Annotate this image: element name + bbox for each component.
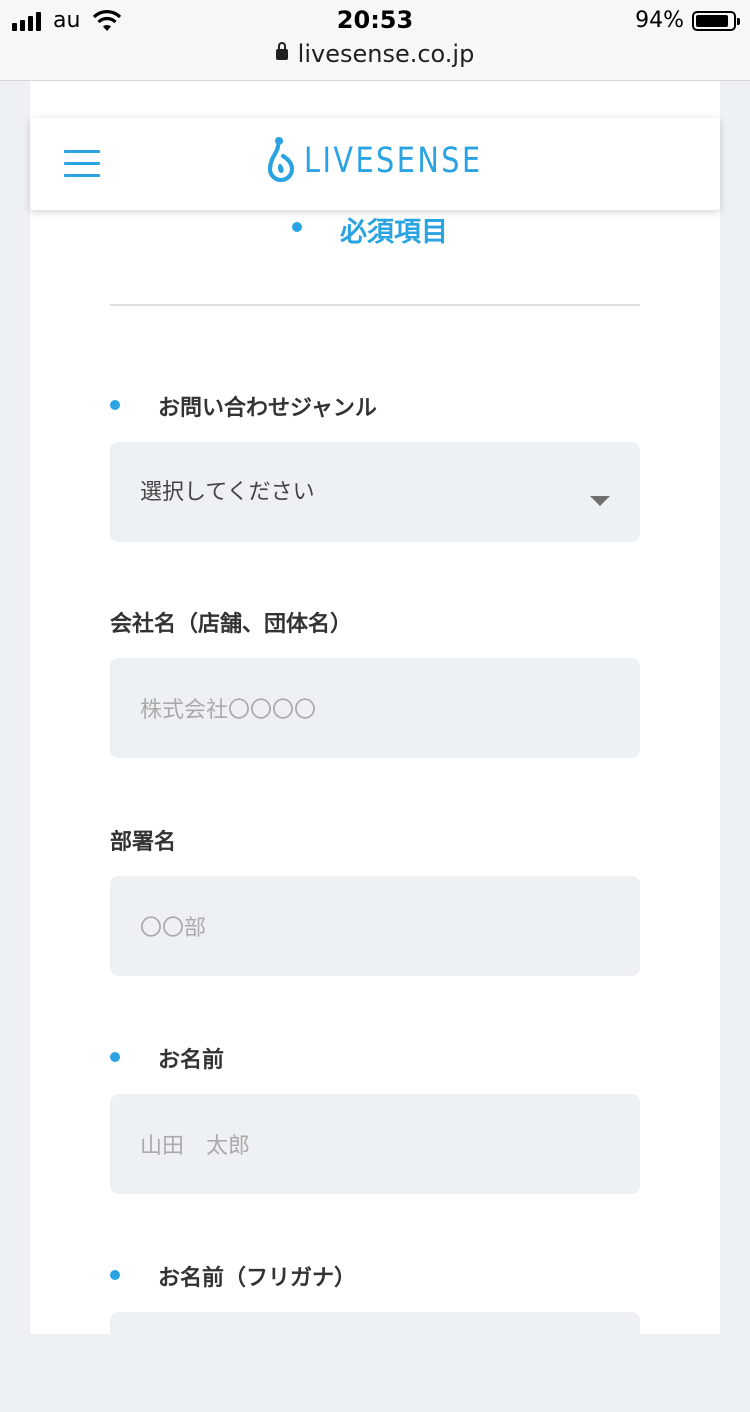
required-dot-icon	[110, 1052, 120, 1062]
status-bar: au 20:53 94% livesense.co.jp	[0, 0, 750, 81]
url-bar[interactable]: livesense.co.jp	[0, 40, 750, 68]
logo-text: LIVESENSE	[304, 141, 483, 181]
lock-icon	[275, 41, 288, 60]
genre-select-value: 選択してください	[140, 480, 315, 505]
required-dot-icon	[292, 222, 302, 232]
site-logo[interactable]: LIVESENSE	[266, 136, 522, 186]
department-input[interactable]: 〇〇部	[110, 876, 640, 976]
company-input[interactable]: 株式会社〇〇〇〇	[110, 658, 640, 758]
status-right: 94%	[635, 8, 740, 33]
company-label: 会社名（店舗、団体名）	[110, 612, 353, 637]
url-text: livesense.co.jp	[297, 40, 475, 68]
site-header: LIVESENSE	[30, 118, 720, 210]
genre-select[interactable]: 選択してください	[110, 442, 640, 542]
name-input[interactable]: 山田 太郎	[110, 1094, 640, 1194]
battery-icon	[692, 10, 740, 31]
required-legend: 必須項目	[340, 217, 448, 248]
divider	[110, 304, 640, 306]
name-label: お名前	[158, 1048, 225, 1073]
name-kana-label: お名前（フリガナ）	[158, 1266, 357, 1291]
livesense-drop-icon	[267, 137, 295, 183]
required-dot-icon	[110, 1270, 120, 1280]
menu-icon[interactable]	[64, 150, 100, 178]
caret-down-icon	[590, 496, 610, 506]
name-kana-input[interactable]	[110, 1312, 640, 1412]
battery-percent: 94%	[635, 8, 684, 33]
genre-label: お問い合わせジャンル	[158, 396, 377, 421]
department-label: 部署名	[110, 830, 177, 855]
required-dot-icon	[110, 400, 120, 410]
